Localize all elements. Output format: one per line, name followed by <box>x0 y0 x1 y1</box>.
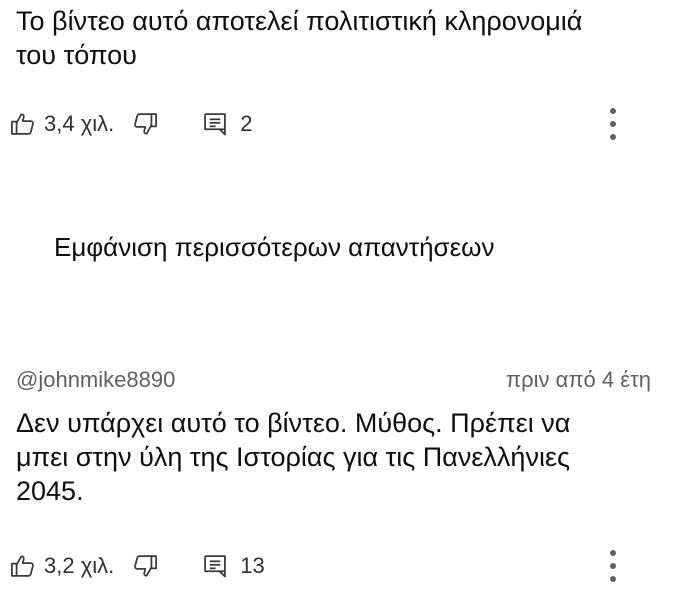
like-count: 3,4 χιλ. <box>44 111 115 136</box>
thumbs-down-icon[interactable] <box>130 109 160 139</box>
reply-count[interactable]: 2 <box>240 111 252 137</box>
comment-author[interactable]: @johnmike8890 <box>16 367 175 393</box>
show-more-replies-button[interactable]: Εμφάνιση περισσότερων απαντήσεων <box>54 232 494 263</box>
thumbs-up-icon[interactable] <box>8 551 38 581</box>
like-count: 3,2 χιλ. <box>44 553 115 578</box>
more-options-button[interactable] <box>598 102 628 146</box>
thumbs-down-icon[interactable] <box>130 551 160 581</box>
reply-count[interactable]: 13 <box>240 553 264 579</box>
more-vertical-icon <box>609 107 617 141</box>
more-options-button[interactable] <box>598 544 628 588</box>
comment-action-bar: 3,4 χιλ. 2 <box>8 106 253 142</box>
comment-text: Το βίντεο αυτό αποτελεί πολιτιστική κληρ… <box>16 6 583 70</box>
comment-text: Δεν υπάρχει αυτό το βίντεο. Μύθος. Πρέπε… <box>16 408 571 506</box>
thumbs-up-icon[interactable] <box>8 109 38 139</box>
comment-action-bar: 3,2 χιλ. 13 <box>8 548 265 584</box>
reply-comment-icon[interactable] <box>200 109 230 139</box>
comment-timestamp: πριν από 4 έτη <box>505 367 651 392</box>
reply-comment-icon[interactable] <box>200 551 230 581</box>
more-vertical-icon <box>609 549 617 583</box>
